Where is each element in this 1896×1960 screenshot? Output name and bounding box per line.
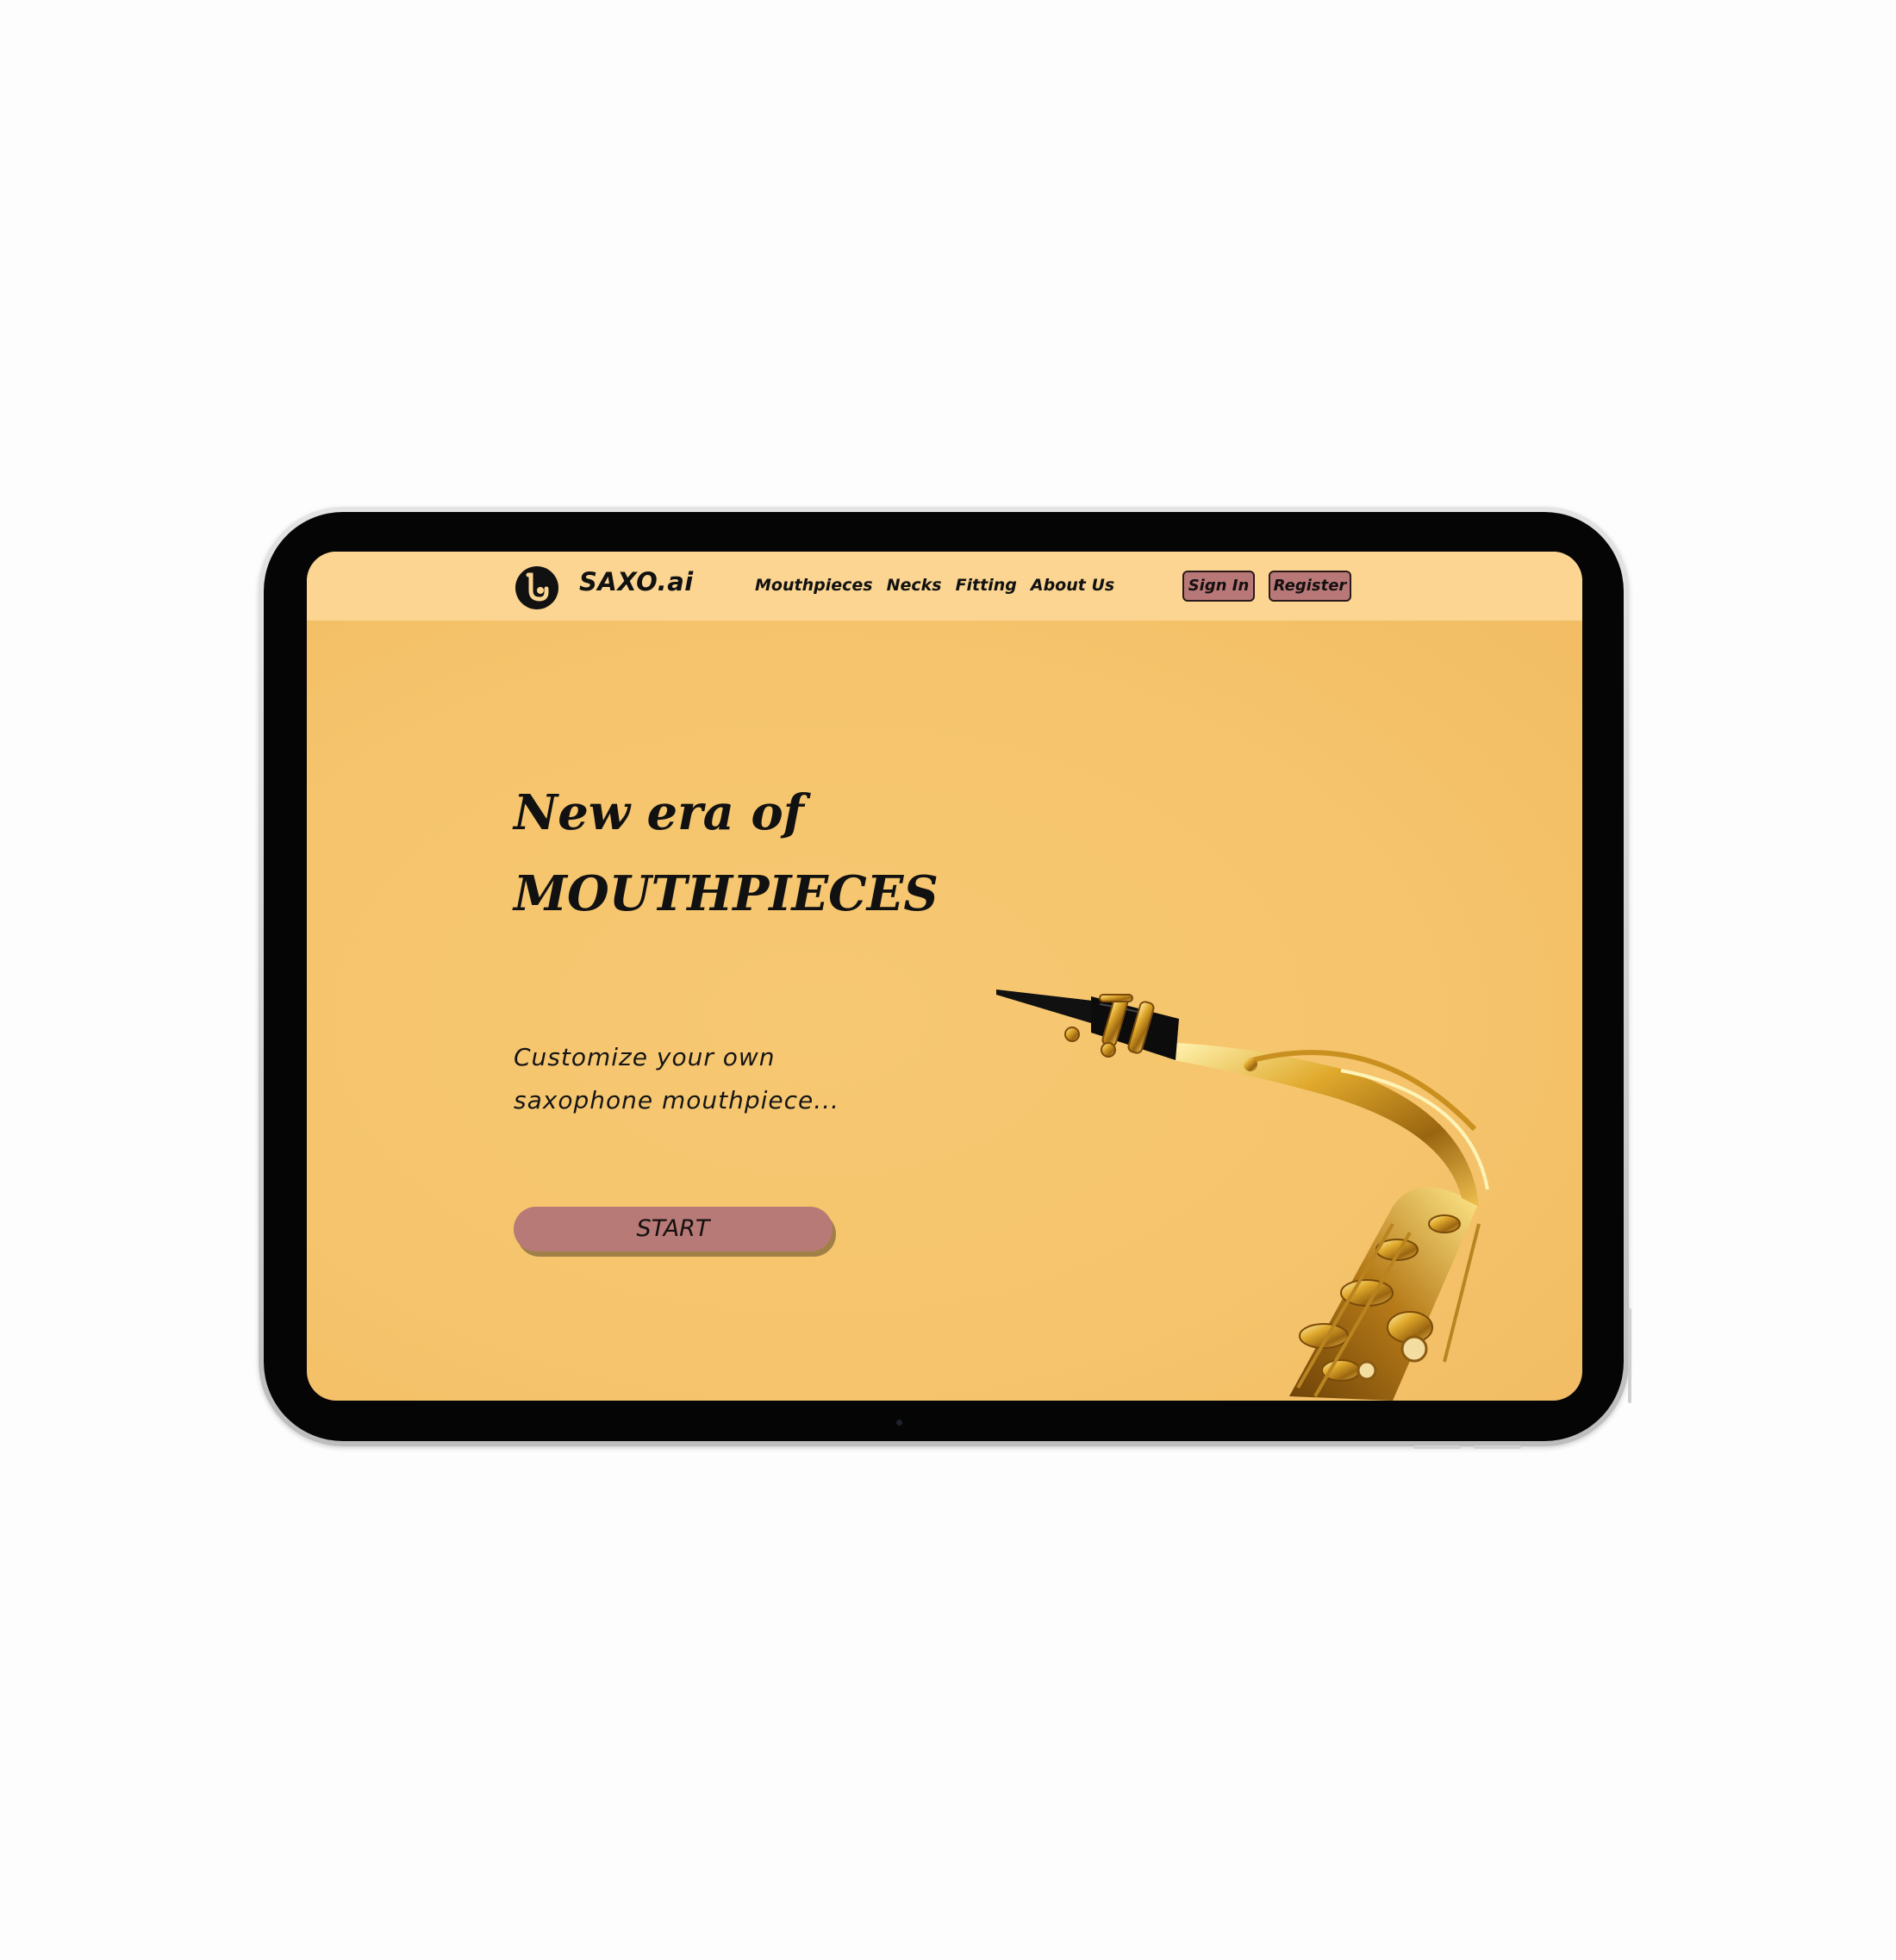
camera-icon xyxy=(896,1420,902,1426)
hero-subtitle-line-1: Customize your own xyxy=(514,1043,776,1071)
hero-title-line-2: MOUTHPIECES xyxy=(514,865,939,922)
hero-subtitle: Customize your own saxophone mouthpiece.… xyxy=(514,1036,839,1122)
hero-title-line-1: New era of xyxy=(514,784,804,841)
hardware-button xyxy=(1474,1445,1521,1449)
hero-title: New era of MOUTHPIECES xyxy=(514,772,939,934)
start-button[interactable]: START xyxy=(514,1207,833,1252)
nav-link-about-us[interactable]: About Us xyxy=(1031,576,1114,595)
sign-in-button[interactable]: Sign In xyxy=(1182,571,1255,602)
register-button[interactable]: Register xyxy=(1269,571,1351,602)
hero-subtitle-line-2: saxophone mouthpiece... xyxy=(514,1086,839,1114)
saxophone-neck-image xyxy=(996,989,1489,1401)
nav-link-necks[interactable]: Necks xyxy=(887,576,942,595)
nav-link-mouthpieces[interactable]: Mouthpieces xyxy=(755,576,873,595)
navbar: SAXO.ai Mouthpieces Necks Fitting About … xyxy=(307,552,1582,621)
brand-name[interactable]: SAXO.ai xyxy=(579,567,694,596)
main-nav: Mouthpieces Necks Fitting About Us xyxy=(755,576,1114,595)
volume-button xyxy=(1628,1308,1631,1403)
nav-link-fitting[interactable]: Fitting xyxy=(956,576,1017,595)
hardware-button xyxy=(1413,1445,1461,1449)
web-page-screen: SAXO.ai Mouthpieces Necks Fitting About … xyxy=(307,552,1582,1401)
saxophone-logo-icon[interactable] xyxy=(514,565,560,611)
